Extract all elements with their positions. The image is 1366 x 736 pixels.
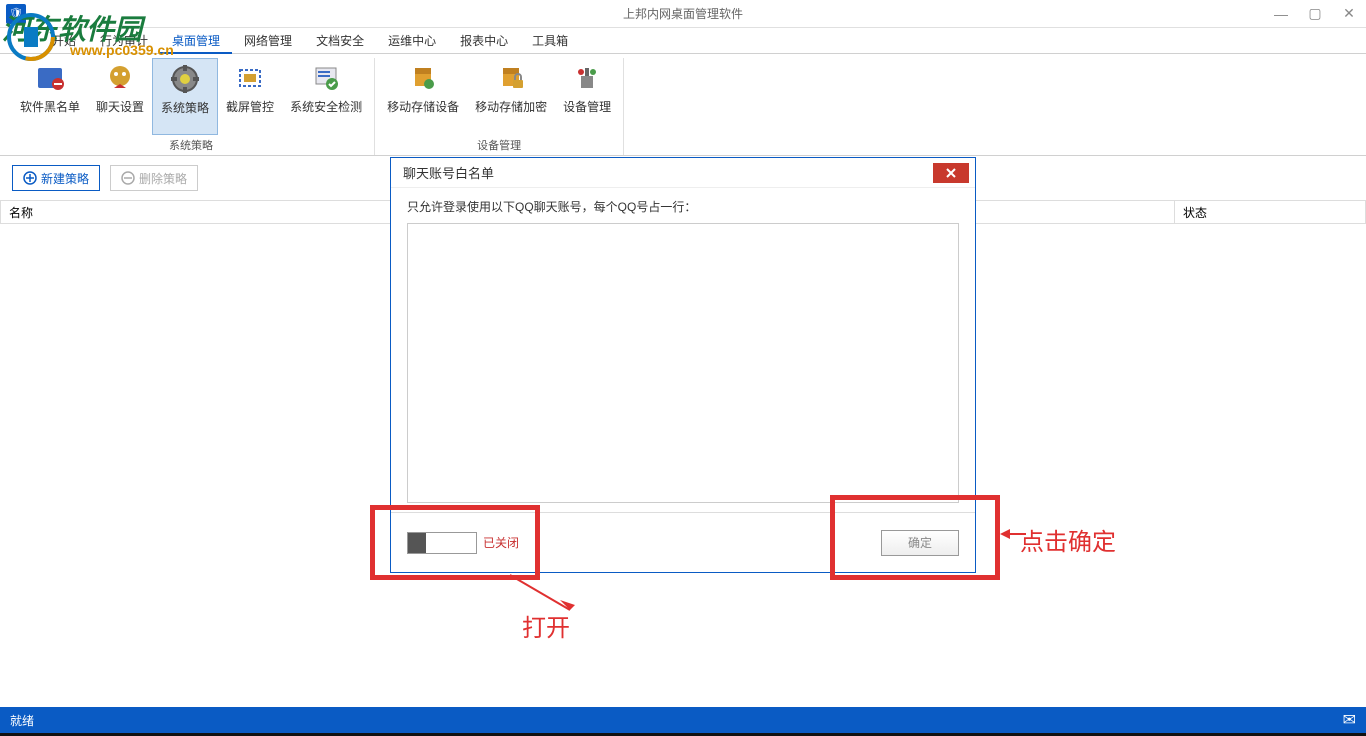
ribbon-label: 软件黑名单 xyxy=(20,98,80,115)
column-status[interactable]: 状态 xyxy=(1175,201,1365,223)
ribbon-group-label: 系统策略 xyxy=(12,135,370,155)
ribbon-label: 移动存储加密 xyxy=(475,98,547,115)
mail-icon[interactable]: ✉ xyxy=(1343,710,1356,730)
plus-icon xyxy=(23,171,37,185)
close-icon xyxy=(945,167,957,179)
menu-desktop-mgmt[interactable]: 桌面管理 xyxy=(160,28,232,54)
encrypt-icon xyxy=(495,62,527,94)
ribbon-label: 移动存储设备 xyxy=(387,98,459,115)
chat-icon xyxy=(104,62,136,94)
policy-icon xyxy=(169,63,201,95)
whitelist-dialog: 聊天账号白名单 只允许登录使用以下QQ聊天账号，每个QQ号占一行： 已关闭 确定 xyxy=(390,157,976,573)
minimize-button[interactable]: — xyxy=(1264,0,1298,28)
dialog-footer: 已关闭 确定 xyxy=(391,512,975,572)
toggle-wrap: 已关闭 xyxy=(407,532,519,554)
dialog-header: 聊天账号白名单 xyxy=(391,158,975,188)
menu-toolbox[interactable]: 工具箱 xyxy=(520,28,580,54)
ribbon-group-label: 设备管理 xyxy=(379,135,619,155)
menu-behavior-audit[interactable]: 行为审计 xyxy=(88,28,160,54)
ribbon-security[interactable]: 系统安全检测 xyxy=(282,58,370,135)
menu-doc-security[interactable]: 文档安全 xyxy=(304,28,376,54)
menubar: 开始 行为审计 桌面管理 网络管理 文档安全 运维中心 报表中心 工具箱 xyxy=(0,28,1366,54)
status-ready: 就绪 xyxy=(10,712,34,729)
menu-start[interactable]: 开始 xyxy=(40,28,88,54)
qq-whitelist-textarea[interactable] xyxy=(407,223,959,503)
statusbar: 就绪 ✉ xyxy=(0,707,1366,733)
security-icon xyxy=(310,62,342,94)
enable-toggle[interactable] xyxy=(407,532,477,554)
menu-ops-center[interactable]: 运维中心 xyxy=(376,28,448,54)
ok-button[interactable]: 确定 xyxy=(881,530,959,556)
ribbon-label: 系统策略 xyxy=(161,99,209,116)
titlebar: 🛡 上邦内网桌面管理软件 — ▢ ✕ xyxy=(0,0,1366,28)
window-title: 上邦内网桌面管理软件 xyxy=(623,5,743,22)
ribbon-screenshot[interactable]: 截屏管控 xyxy=(218,58,282,135)
annotation-click-ok: 点击确定 xyxy=(1020,522,1116,557)
delete-policy-button[interactable]: 删除策略 xyxy=(110,165,198,191)
dialog-close-button[interactable] xyxy=(933,163,969,183)
menu-network-mgmt[interactable]: 网络管理 xyxy=(232,28,304,54)
close-button[interactable]: ✕ xyxy=(1332,0,1366,28)
ribbon-chat[interactable]: 聊天设置 xyxy=(88,58,152,135)
maximize-button[interactable]: ▢ xyxy=(1298,0,1332,28)
ribbon-device[interactable]: 设备管理 xyxy=(555,58,619,135)
toggle-knob xyxy=(408,533,426,553)
ribbon-encrypt[interactable]: 移动存储加密 xyxy=(467,58,555,135)
window-controls: — ▢ ✕ xyxy=(1264,0,1366,28)
storage-icon xyxy=(407,62,439,94)
menu-report-center[interactable]: 报表中心 xyxy=(448,28,520,54)
ribbon-label: 系统安全检测 xyxy=(290,98,362,115)
ribbon-blacklist[interactable]: 软件黑名单 xyxy=(12,58,88,135)
screenshot-icon xyxy=(234,62,266,94)
ribbon: 软件黑名单 聊天设置 系统策略 截屏管控 系统安全检测 系统策略 xyxy=(0,54,1366,156)
device-icon xyxy=(571,62,603,94)
app-icon: 🛡 xyxy=(6,4,26,24)
new-policy-button[interactable]: 新建策略 xyxy=(12,165,100,191)
dialog-hint: 只允许登录使用以下QQ聊天账号，每个QQ号占一行： xyxy=(407,198,959,215)
ribbon-group-device: 移动存储设备 移动存储加密 设备管理 设备管理 xyxy=(375,58,624,155)
blacklist-icon xyxy=(34,62,66,94)
dialog-title: 聊天账号白名单 xyxy=(403,163,494,182)
ribbon-storage[interactable]: 移动存储设备 xyxy=(379,58,467,135)
ribbon-label: 设备管理 xyxy=(563,98,611,115)
dialog-body: 只允许登录使用以下QQ聊天账号，每个QQ号占一行： xyxy=(391,188,975,518)
ribbon-policy[interactable]: 系统策略 xyxy=(152,58,218,135)
ribbon-group-policy: 软件黑名单 聊天设置 系统策略 截屏管控 系统安全检测 系统策略 xyxy=(8,58,375,155)
ribbon-label: 聊天设置 xyxy=(96,98,144,115)
minus-icon xyxy=(121,171,135,185)
ribbon-label: 截屏管控 xyxy=(226,98,274,115)
annotation-open: 打开 xyxy=(522,608,570,643)
toggle-label: 已关闭 xyxy=(483,534,519,551)
